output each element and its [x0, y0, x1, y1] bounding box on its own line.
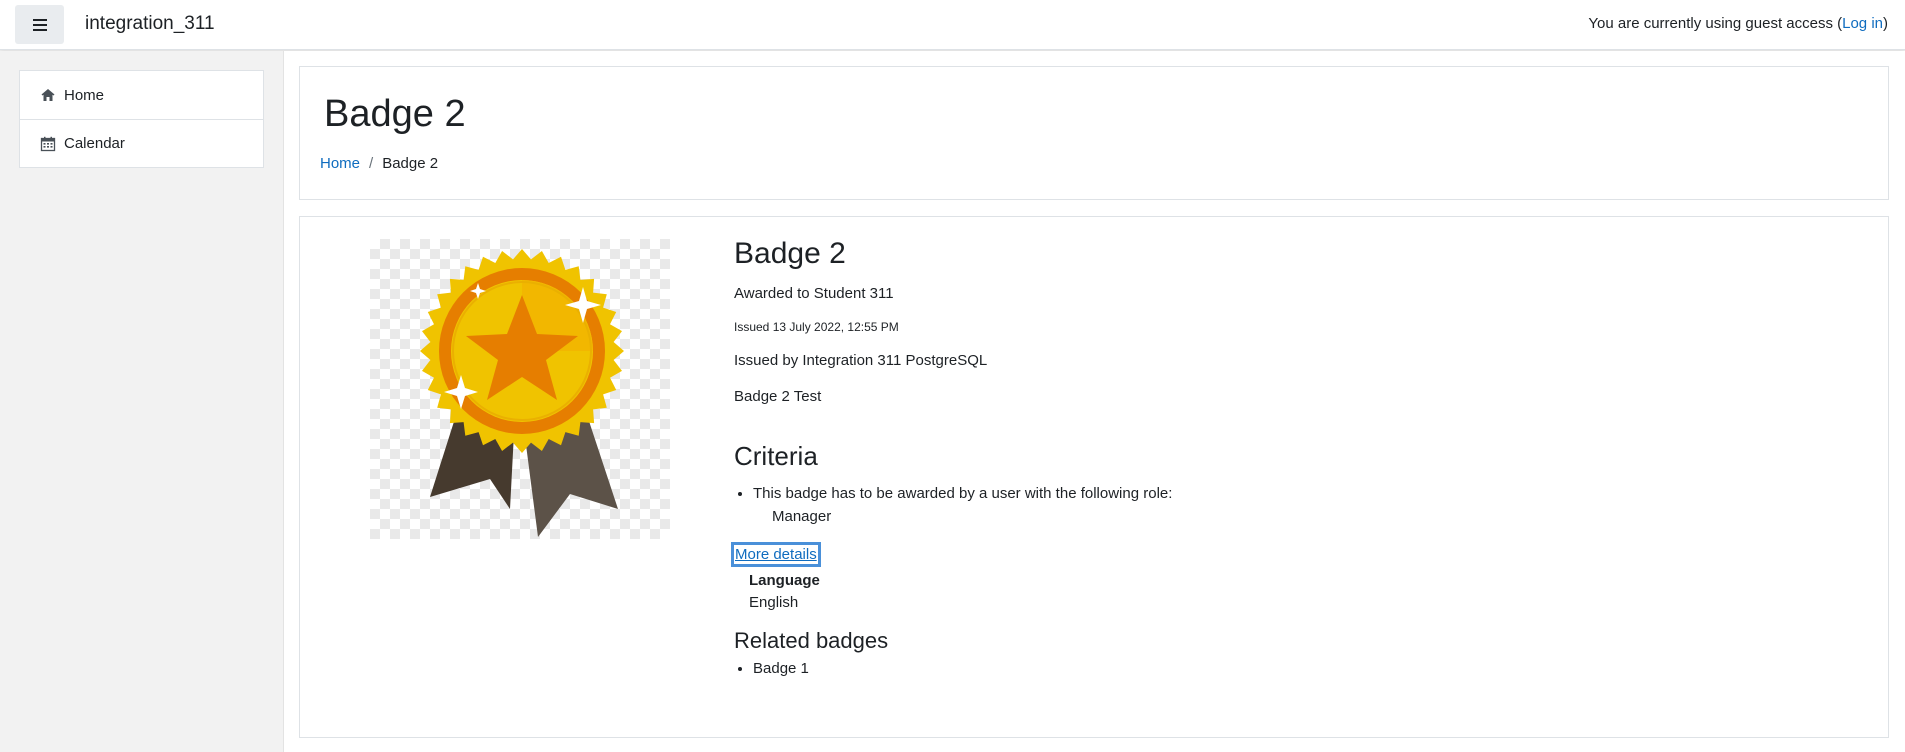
language-value: English [749, 594, 799, 611]
list-item: Badge 1 [753, 660, 1834, 677]
criteria-role: Manager [772, 508, 832, 525]
breadcrumb-current: Badge 2 [382, 155, 439, 172]
sidebar-item-home[interactable]: Home [20, 71, 263, 119]
login-link[interactable]: Log in [1842, 15, 1883, 32]
login-prefix: You are currently using guest access ( [1588, 15, 1843, 32]
page-header: Badge 2 Home / Badge 2 [299, 66, 1889, 200]
sidebar-item-calendar[interactable]: Calendar [20, 119, 263, 167]
criteria-text: This badge has to be awarded by a user w… [753, 485, 1173, 502]
site-name[interactable]: integration_311 [85, 13, 215, 35]
breadcrumb-home-link[interactable]: Home [320, 155, 360, 172]
awarded-to: Awarded to Student 311 [734, 285, 894, 302]
issued-by: Issued by Integration 311 PostgreSQL [734, 352, 988, 369]
badge-details: Badge 2 Awarded to Student 311 Issued 13… [731, 237, 1834, 677]
top-navbar: integration_311 You are currently using … [0, 0, 1905, 50]
sidebar-item-label: Calendar [64, 135, 125, 152]
calendar-icon [40, 136, 56, 152]
sidebar-item-label: Home [64, 86, 105, 104]
badge-name: Badge 2 [734, 237, 846, 270]
language-label: Language [749, 572, 820, 589]
related-badges-heading: Related badges [734, 628, 889, 653]
language-block: Language English [734, 570, 1834, 614]
breadcrumb: Home / Badge 2 [320, 155, 438, 172]
hamburger-icon [32, 18, 47, 31]
breadcrumb-separator: / [369, 155, 374, 172]
issued-on: Issued 13 July 2022, 12:55 PM [734, 320, 899, 334]
nav-drawer: Home Calendar [0, 51, 284, 752]
criteria-item: This badge has to be awarded by a user w… [753, 482, 1834, 528]
related-badges-list: Badge 1 [734, 660, 1834, 677]
login-info: You are currently using guest access (Lo… [1588, 15, 1888, 32]
badge-description: Badge 2 Test [734, 388, 822, 405]
badge-image [370, 239, 670, 539]
more-details-link[interactable]: More details [731, 542, 821, 567]
nav-list: Home Calendar [19, 70, 264, 168]
criteria-list: This badge has to be awarded by a user w… [734, 482, 1834, 528]
drawer-toggle-button[interactable] [15, 5, 64, 44]
criteria-heading: Criteria [734, 441, 818, 471]
main-region: Badge 2 Home / Badge 2 Badge 2 Awarded t… [284, 51, 1905, 752]
home-icon [40, 87, 56, 103]
medal-icon [420, 249, 624, 537]
page-title: Badge 2 [324, 93, 466, 135]
badge-content: Badge 2 Awarded to Student 311 Issued 13… [299, 216, 1889, 738]
related-badge-label[interactable]: Badge 1 [753, 660, 809, 677]
login-suffix: ) [1883, 15, 1888, 32]
